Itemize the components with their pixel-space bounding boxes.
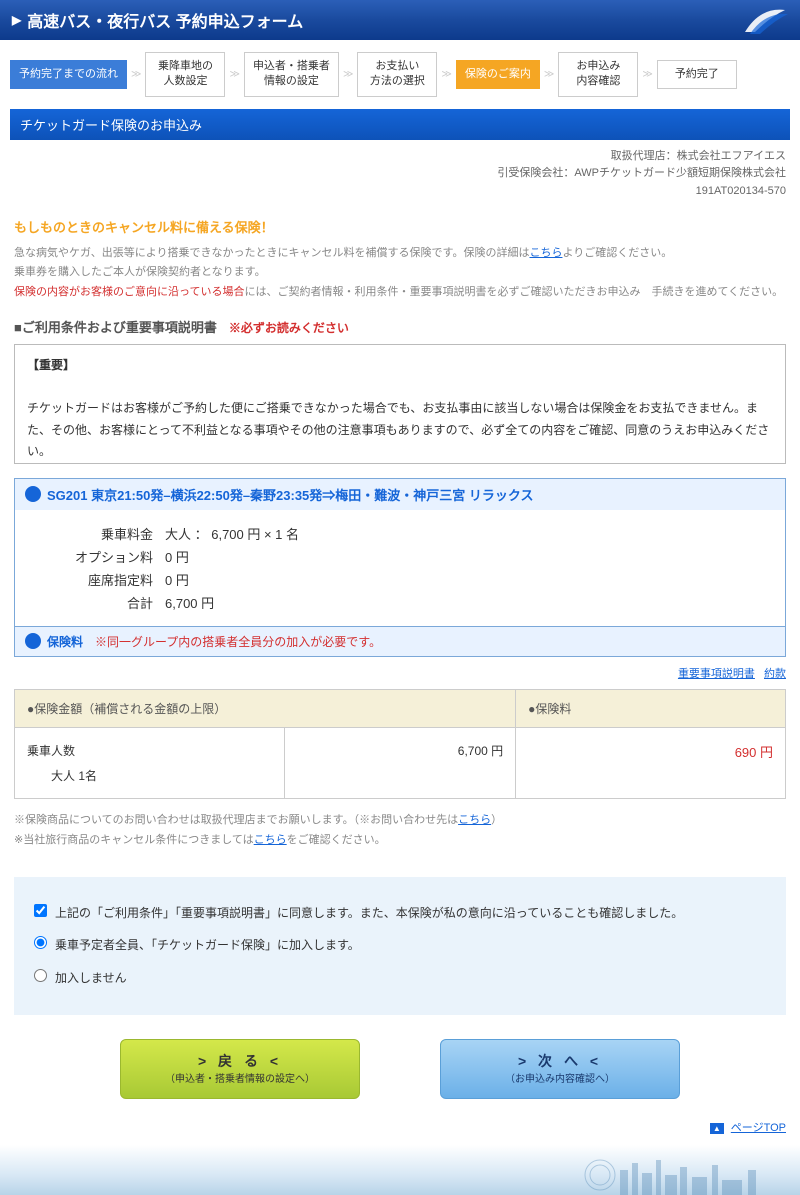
- progress-steps: 予約完了までの流れ ≫ 乗降車地の人数設定 ≫ 申込者・搭乗者情報の設定 ≫ お…: [0, 40, 800, 109]
- details-link[interactable]: こちら: [529, 247, 562, 259]
- chevron-right-icon: ≫: [544, 69, 554, 80]
- footer-note: ※保険商品についてのお問い合わせは取扱代理店までお願いします。（※お問い合わせ先…: [0, 799, 800, 863]
- step-boarding: 乗降車地の人数設定: [145, 52, 225, 97]
- button-row: > 戻 る < （申込者・搭乗者情報の設定へ） > 次 へ < （お申込み内容確…: [0, 1029, 800, 1119]
- td-passengers: 乗車人数 大人 1名: [15, 727, 285, 798]
- step-confirm: お申込み内容確認: [558, 52, 638, 97]
- chevron-right-icon: ≫: [343, 69, 353, 80]
- footer-skyline: [0, 1145, 800, 1195]
- page-header: 高速バス・夜行バス 予約申込フォーム: [0, 0, 800, 40]
- important-label: 【重要】: [27, 355, 773, 377]
- th-coverage: ●保険金額（補償される金額の上限）: [15, 689, 516, 727]
- chevron-right-icon: ≫: [441, 69, 451, 80]
- terms-link[interactable]: 約款: [764, 668, 786, 680]
- trip-header: SG201 東京21:50発–横浜22:50発–秦野23:35発⇒梅田・難波・神…: [15, 479, 785, 510]
- page-top-link[interactable]: ページTOP: [731, 1122, 786, 1134]
- td-premium: 690 円: [516, 727, 786, 798]
- step-complete: 予約完了: [657, 60, 737, 89]
- terms-scroll-box[interactable]: 【重要】 チケットガードはお客様がご予約した便にご搭乗できなかった場合でも、お支…: [14, 344, 786, 464]
- td-amount: 6,700 円: [284, 727, 515, 798]
- description: 急な病気やケガ、出張等により搭乗できなかったときにキャンセル料を補償する保険です…: [14, 244, 786, 303]
- back-button[interactable]: > 戻 る < （申込者・搭乗者情報の設定へ）: [120, 1039, 360, 1099]
- agree-checkbox-label[interactable]: 上記の「ご利用条件」「重要事項説明書」に同意します。また、本保険が私の意向に沿っ…: [34, 899, 766, 928]
- important-doc-link[interactable]: 重要事項説明書: [678, 668, 755, 680]
- agency-info: 取扱代理店：株式会社エフアイエス 引受保険会社：AWPチケットガード少額短期保険…: [0, 140, 800, 209]
- page-title: 高速バス・夜行バス 予約申込フォーム: [27, 8, 303, 32]
- contact-link[interactable]: こちら: [458, 814, 491, 826]
- chevron-right-icon: ≫: [229, 69, 239, 80]
- page-top-link-wrap: ページTOP: [0, 1119, 800, 1145]
- cancel-terms-link[interactable]: こちら: [254, 834, 287, 846]
- join-radio-label[interactable]: 乗車予定者全員、「チケットガード保険」に加入します。: [34, 931, 766, 960]
- join-radio[interactable]: [34, 936, 47, 949]
- step-flow: 予約完了までの流れ: [10, 60, 127, 89]
- section-header: チケットガード保険のお申込み: [10, 109, 790, 140]
- terms-title: ■ご利用条件および重要事項説明書※必ずお読みください: [14, 317, 786, 336]
- insurance-header: 保険料 ※同一グループ内の搭乗者全員分の加入が必要です。: [14, 627, 786, 657]
- insurance-table: ●保険金額（補償される金額の上限） ●保険料 乗車人数 大人 1名 6,700 …: [14, 689, 786, 799]
- agree-checkbox[interactable]: [34, 904, 47, 917]
- terms-body: チケットガードはお客様がご予約した便にご搭乗できなかった場合でも、お支払事由に該…: [27, 398, 773, 463]
- step-applicant: 申込者・搭乗者情報の設定: [244, 52, 339, 97]
- step-payment: お支払い方法の選択: [357, 52, 437, 97]
- trip-summary: SG201 東京21:50発–横浜22:50発–秦野23:35発⇒梅田・難波・神…: [14, 478, 786, 627]
- th-premium: ●保険料: [516, 689, 786, 727]
- agreement-box: 上記の「ご利用条件」「重要事項説明書」に同意します。また、本保険が私の意向に沿っ…: [14, 877, 786, 1015]
- doc-links: 重要事項説明書 約款: [0, 657, 800, 689]
- step-insurance: 保険のご案内: [456, 60, 540, 89]
- decline-radio[interactable]: [34, 969, 47, 982]
- chevron-right-icon: ≫: [642, 69, 652, 80]
- chevron-right-icon: ≫: [131, 69, 141, 80]
- next-button[interactable]: > 次 へ < （お申込み内容確認へ）: [440, 1039, 680, 1099]
- decline-radio-label[interactable]: 加入しません: [34, 964, 766, 993]
- header-logo: [740, 2, 790, 37]
- orange-heading: もしものときのキャンセル料に備える保険！: [14, 217, 786, 236]
